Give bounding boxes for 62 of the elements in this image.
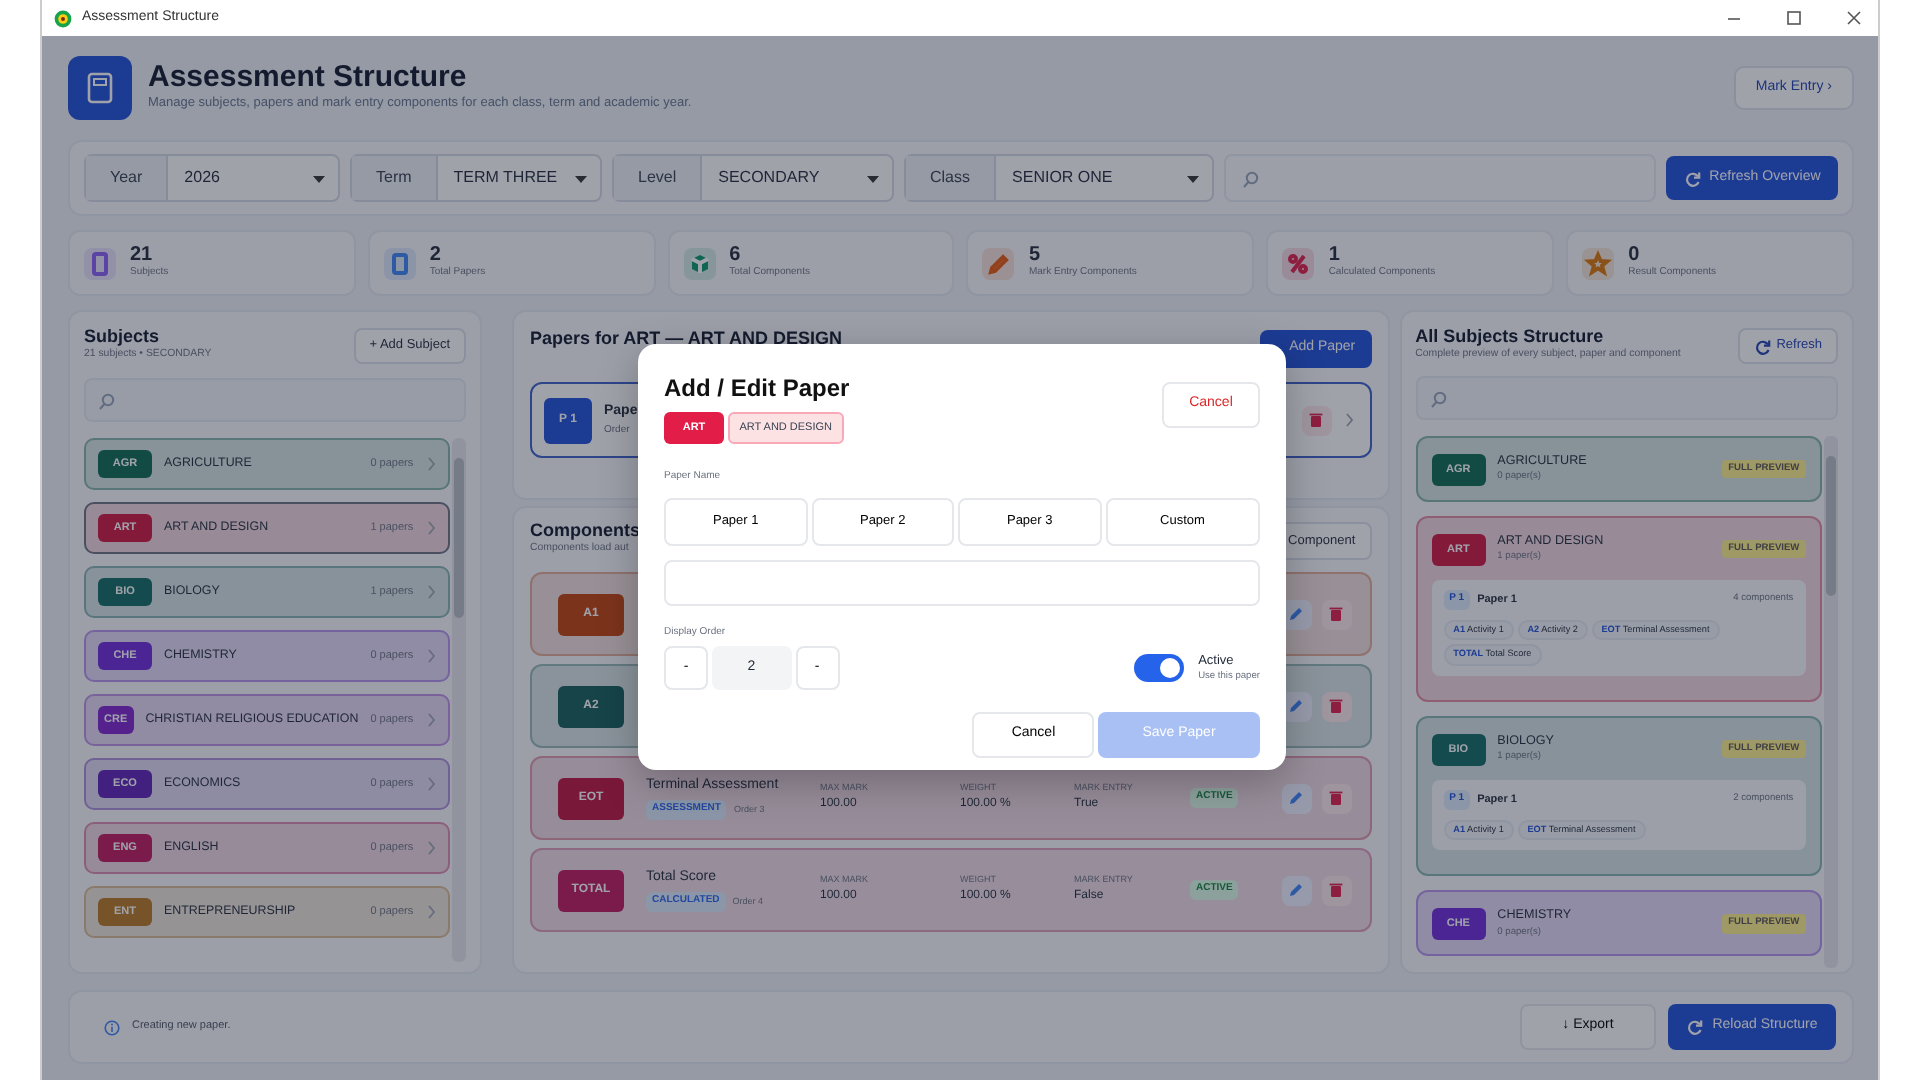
paper-name-field[interactable] [664,559,1260,605]
filter-dropdown[interactable]: Class SENIOR ONE [904,154,1214,202]
delete-button[interactable] [1301,405,1332,435]
pencil-icon [1286,788,1307,808]
dialog-title: Add / Edit Paper [664,372,850,406]
delete-button[interactable] [1321,599,1352,629]
info-icon [104,1019,120,1035]
stat-value: 0 [1628,245,1642,266]
trash-icon [1326,696,1347,716]
trash-icon [1306,410,1327,430]
chevron-icon [425,712,436,728]
trash-icon [1326,880,1347,900]
pencil-icon [1286,604,1307,624]
panel-title: All Subjects Structure [1415,328,1606,348]
caret-icon [1186,173,1200,183]
close-icon[interactable] [1846,10,1862,26]
trash-icon [1326,604,1347,624]
page-title: Assessment Structure [148,61,469,95]
chevron-icon[interactable] [1343,412,1354,428]
search-field[interactable] [84,378,466,422]
chevron-icon [425,840,436,856]
stat-value: 21 [130,245,155,266]
chevron-icon [425,584,436,600]
stat-value: 6 [729,245,743,266]
pencil-icon [1286,696,1307,716]
active-toggle[interactable] [1134,654,1185,682]
app-logo-icon [54,9,72,27]
search-icon [98,391,116,409]
chevron-icon [425,776,436,792]
stat-value: 1 [1328,245,1342,266]
refresh-icon [1754,337,1773,355]
panel-title: Subjects [84,328,162,348]
chevron-icon [425,520,436,536]
search-icon [1429,389,1448,407]
filter-dropdown[interactable]: Level SECONDARY [612,154,894,202]
book-icon [86,72,114,104]
panel-title: Components [530,522,640,542]
caret-icon [312,173,326,183]
refresh-icon [1686,1018,1705,1036]
scrollbar[interactable] [1824,436,1838,968]
pencil-icon [1286,880,1307,900]
stat-value: 5 [1028,245,1043,266]
maximize-icon[interactable] [1786,10,1802,26]
chevron-icon [425,456,436,472]
caret-icon [866,173,880,183]
chevron-icon [425,648,436,664]
delete-button[interactable] [1321,875,1352,905]
chevron-icon [425,904,436,920]
scrollbar[interactable] [452,438,466,962]
star-icon [1582,247,1615,279]
delete-button[interactable] [1321,783,1352,813]
search-icon [1242,169,1260,187]
search-field[interactable] [1224,154,1656,202]
panel-title: Papers for ART — ART AND DESIGN [530,330,843,350]
filter-dropdown[interactable]: Term TERM THREE [350,154,602,202]
filter-dropdown[interactable]: Year 2026 [84,154,340,202]
trash-icon [1326,788,1347,808]
stat-value: 2 [429,245,443,266]
refresh-icon [1683,169,1702,187]
delete-button[interactable] [1321,691,1352,721]
search-field[interactable] [1415,376,1838,420]
caret-icon [574,173,588,183]
